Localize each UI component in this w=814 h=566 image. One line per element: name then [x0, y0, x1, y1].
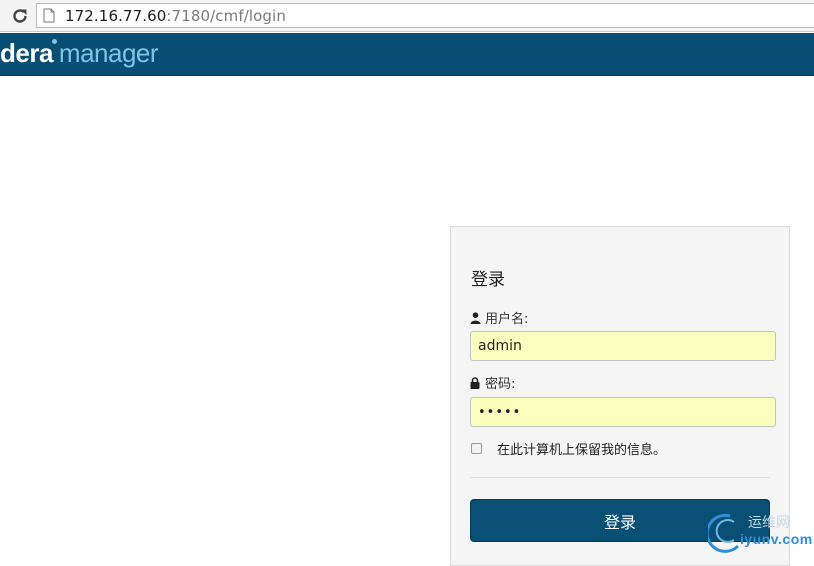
watermark-cn: 运维网: [748, 515, 790, 531]
brand-logo[interactable]: dera manager: [0, 38, 159, 69]
login-title: 登录: [471, 270, 505, 290]
password-label: 密码:: [470, 373, 515, 392]
brand-dot-icon: [52, 39, 57, 44]
lock-icon: [470, 376, 482, 389]
remember-label: 在此计算机上保留我的信息。: [497, 443, 667, 458]
remember-me[interactable]: 在此计算机上保留我的信息。: [471, 439, 666, 458]
address-bar[interactable]: 172.16.77.60:7180/cmf/login: [36, 3, 814, 28]
username-label: 用户名:: [470, 308, 528, 327]
app-header: dera manager: [0, 33, 814, 76]
reload-icon[interactable]: [9, 5, 31, 27]
url-text: 172.16.77.60:7180/cmf/login: [65, 7, 286, 25]
brand-part1: dera: [0, 38, 53, 68]
username-input[interactable]: admin: [470, 331, 776, 361]
password-input[interactable]: •••••: [470, 397, 776, 427]
url-host: 172.16.77.60: [65, 6, 167, 25]
divider: [470, 477, 770, 478]
document-icon: [43, 8, 59, 24]
user-icon: [470, 311, 482, 324]
brand-part2: manager: [58, 38, 159, 68]
url-path: :7180/cmf/login: [166, 6, 286, 25]
watermark-en: iyunv.com: [740, 531, 813, 547]
password-label-text: 密码:: [485, 377, 516, 392]
username-label-text: 用户名:: [485, 312, 529, 327]
browser-toolbar: 172.16.77.60:7180/cmf/login: [0, 0, 814, 32]
remember-checkbox[interactable]: [471, 443, 482, 454]
